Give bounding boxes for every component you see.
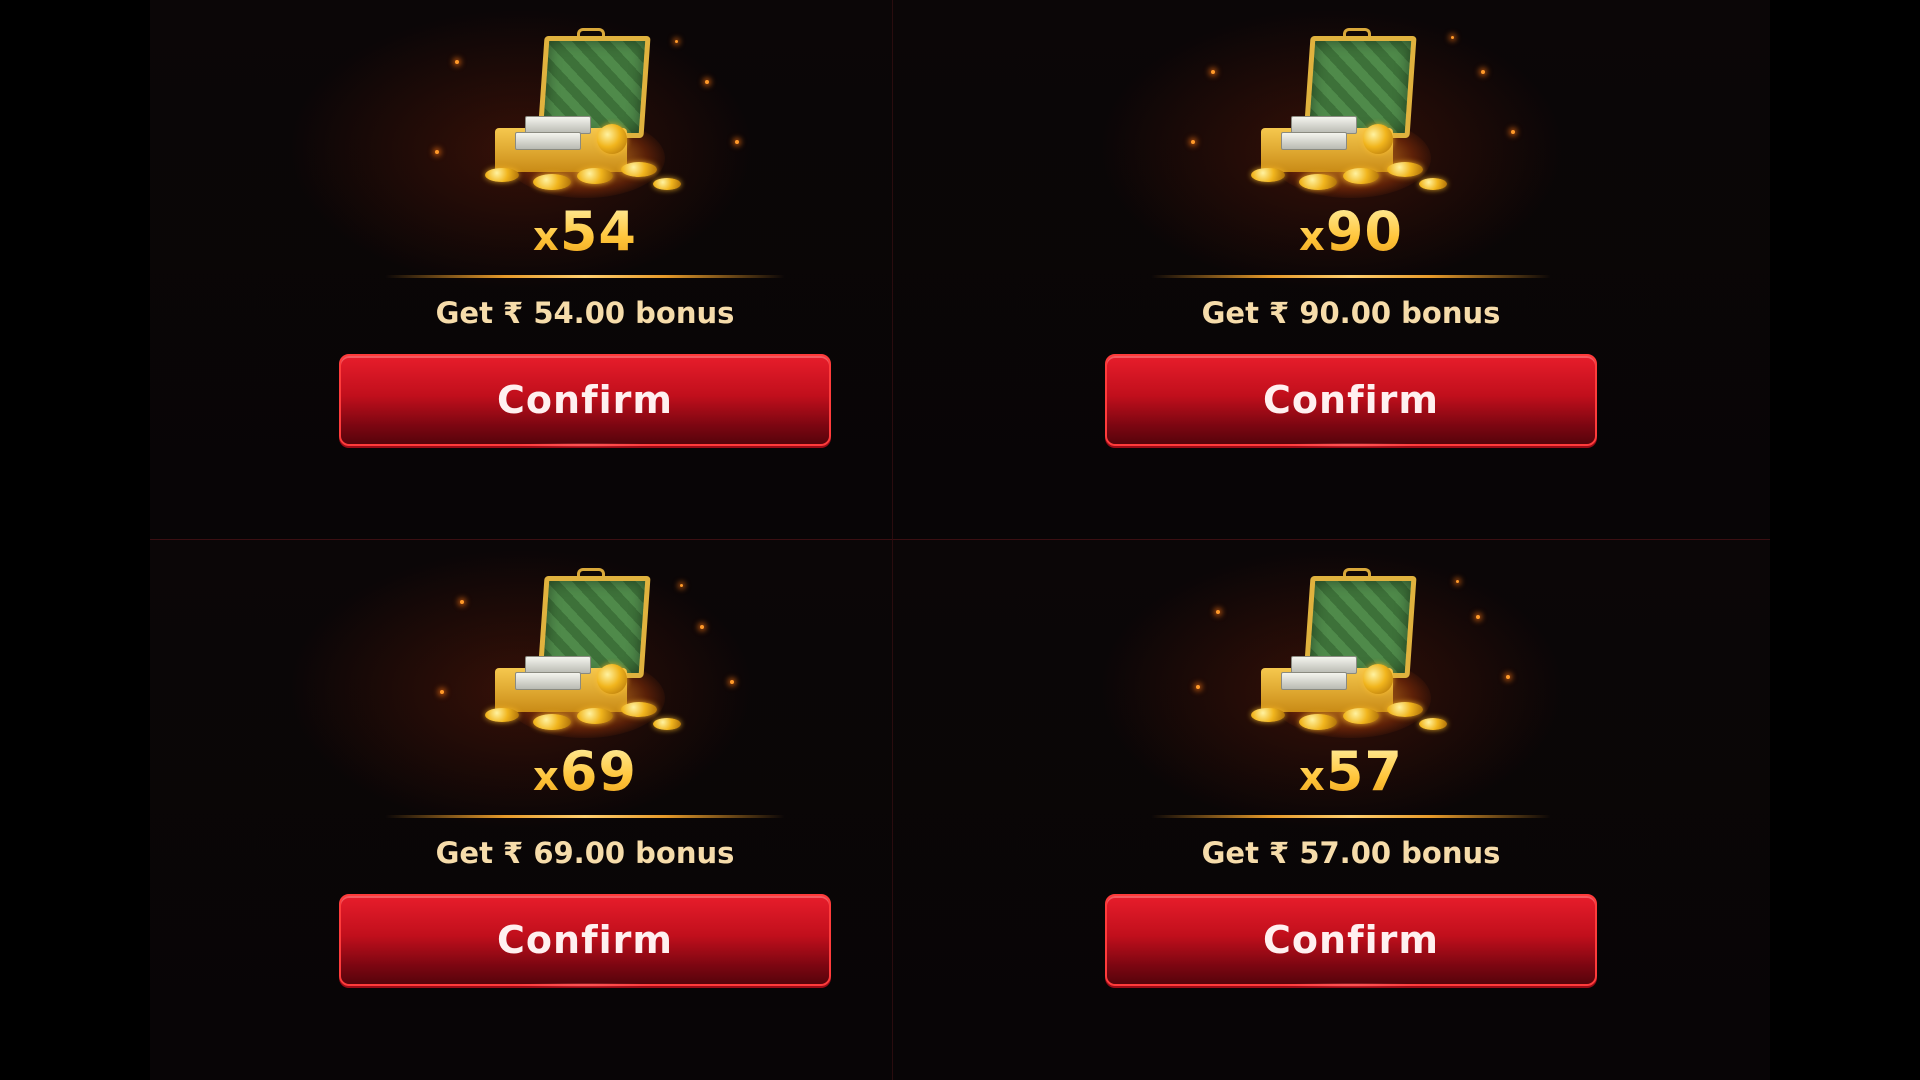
offer-card-content: x90 Get ₹ 90.00 bonus Confirm	[1101, 0, 1601, 539]
sparkle	[1511, 130, 1515, 134]
offer-card: x57 Get ₹ 57.00 bonus Confirm	[893, 540, 1770, 1080]
coin	[1387, 162, 1423, 177]
offer-card-content: x69 Get ₹ 69.00 bonus Confirm	[335, 540, 835, 1080]
confirm-button-label: Confirm	[497, 918, 673, 962]
cash-stack	[515, 672, 581, 690]
confirm-button[interactable]: Confirm	[339, 354, 831, 447]
sparkle	[1211, 70, 1215, 74]
coin	[533, 714, 571, 730]
confirm-button-label: Confirm	[1263, 918, 1439, 962]
screen: x54 Get ₹ 54.00 bonus Confirm x90 Get ₹ …	[0, 0, 1920, 1080]
sparkle	[1191, 140, 1195, 144]
confirm-button-label: Confirm	[1263, 378, 1439, 422]
coin	[1343, 168, 1379, 184]
coin	[1363, 664, 1393, 694]
sparkle	[435, 150, 439, 154]
multiplier-prefix: x	[1299, 754, 1326, 800]
sparkle	[700, 625, 704, 629]
coin	[1251, 708, 1285, 722]
confirm-button-label: Confirm	[497, 378, 673, 422]
coin	[1299, 174, 1337, 190]
coin	[1343, 708, 1379, 724]
multiplier-value: 90	[1325, 200, 1403, 263]
sparkle	[460, 600, 464, 604]
sparkle	[1456, 580, 1459, 583]
offer-card: x90 Get ₹ 90.00 bonus Confirm	[893, 0, 1770, 540]
bonus-text: Get ₹ 69.00 bonus	[435, 836, 735, 870]
multiplier-label: x90	[1101, 202, 1601, 267]
coin	[621, 162, 657, 177]
coin	[597, 664, 627, 694]
multiplier-label: x57	[1101, 742, 1601, 807]
treasure-chest-icon	[1251, 28, 1451, 198]
bonus-text: Get ₹ 57.00 bonus	[1201, 836, 1501, 870]
coin	[1363, 124, 1393, 154]
cash-stack	[1281, 672, 1347, 690]
cash-stack	[1281, 132, 1347, 150]
divider	[1151, 275, 1551, 278]
confirm-button[interactable]: Confirm	[1105, 894, 1597, 987]
cash-stack	[515, 132, 581, 150]
multiplier-prefix: x	[1299, 214, 1326, 260]
offer-card-content: x57 Get ₹ 57.00 bonus Confirm	[1101, 540, 1601, 1080]
multiplier-prefix: x	[533, 214, 560, 260]
treasure-chest-icon	[485, 568, 685, 738]
sparkle	[1451, 36, 1454, 39]
coin	[1419, 178, 1447, 190]
coin	[1299, 714, 1337, 730]
treasure-chest-icon	[1251, 568, 1451, 738]
coin	[485, 708, 519, 722]
sparkle	[1481, 70, 1485, 74]
confirm-button[interactable]: Confirm	[339, 894, 831, 987]
sparkle	[1506, 675, 1510, 679]
coin	[653, 178, 681, 190]
coin	[485, 168, 519, 182]
multiplier-value: 54	[559, 200, 637, 263]
sparkle	[1216, 610, 1220, 614]
treasure-chest-icon	[485, 28, 685, 198]
bonus-text: Get ₹ 54.00 bonus	[435, 296, 735, 330]
divider	[385, 815, 785, 818]
coin	[1387, 702, 1423, 717]
coin	[653, 718, 681, 730]
offer-card: x69 Get ₹ 69.00 bonus Confirm	[150, 540, 893, 1080]
sparkle	[730, 680, 734, 684]
coin	[1419, 718, 1447, 730]
offer-card: x54 Get ₹ 54.00 bonus Confirm	[150, 0, 893, 540]
divider	[385, 275, 785, 278]
coin	[577, 168, 613, 184]
multiplier-label: x54	[335, 202, 835, 267]
coin	[577, 708, 613, 724]
offer-grid: x54 Get ₹ 54.00 bonus Confirm x90 Get ₹ …	[150, 0, 1770, 1080]
coin	[1251, 168, 1285, 182]
sparkle	[1196, 685, 1200, 689]
confirm-button[interactable]: Confirm	[1105, 354, 1597, 447]
coin	[621, 702, 657, 717]
coin	[533, 174, 571, 190]
sparkle	[1476, 615, 1480, 619]
sparkle	[455, 60, 459, 64]
multiplier-value: 69	[559, 740, 637, 803]
coin	[597, 124, 627, 154]
multiplier-label: x69	[335, 742, 835, 807]
multiplier-value: 57	[1325, 740, 1403, 803]
multiplier-prefix: x	[533, 754, 560, 800]
offer-card-content: x54 Get ₹ 54.00 bonus Confirm	[335, 0, 835, 539]
divider	[1151, 815, 1551, 818]
sparkle	[440, 690, 444, 694]
sparkle	[735, 140, 739, 144]
sparkle	[705, 80, 709, 84]
bonus-text: Get ₹ 90.00 bonus	[1201, 296, 1501, 330]
